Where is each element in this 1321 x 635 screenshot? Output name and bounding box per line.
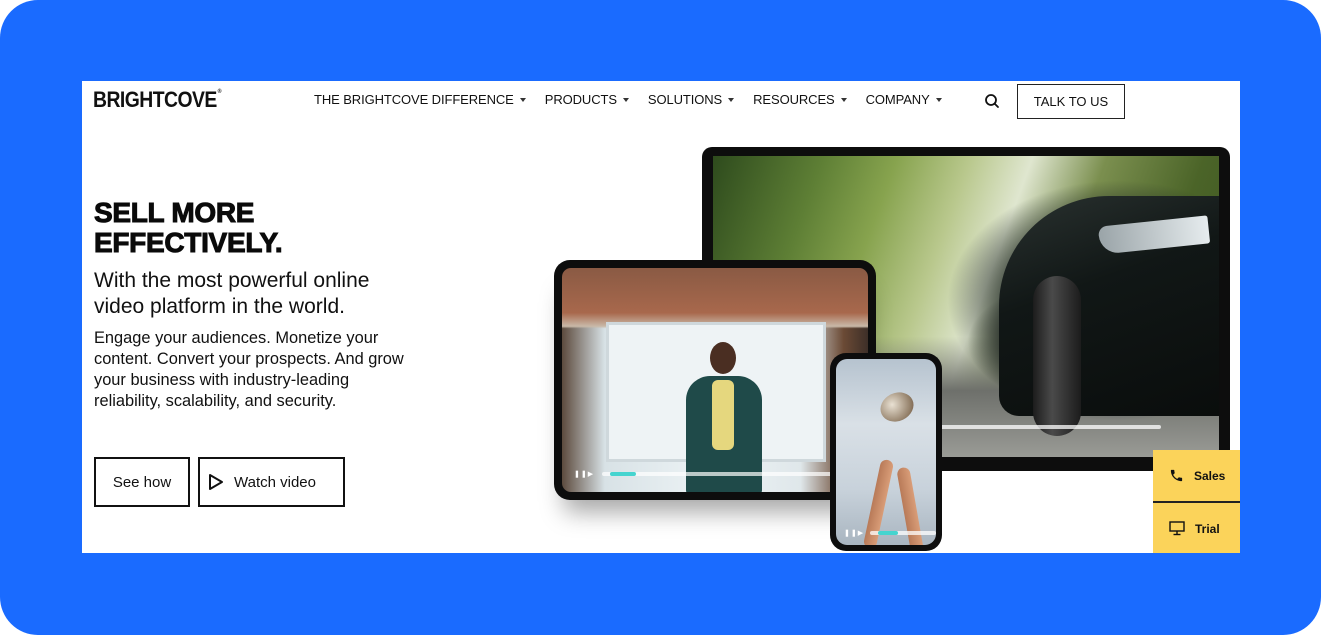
search-button[interactable]	[984, 93, 1000, 109]
watch-video-button[interactable]: Watch video	[198, 457, 345, 507]
caret-down-icon	[935, 97, 942, 102]
tablet-player-controls: ❚❚▶	[574, 470, 863, 478]
phone-icon	[1170, 469, 1183, 482]
caret-down-icon	[728, 97, 735, 102]
hero-body: Engage your audiences. Monetize your con…	[94, 329, 404, 410]
nav-label: SOLUTIONS	[647, 92, 723, 107]
rugby-ball	[875, 387, 919, 427]
search-icon	[985, 94, 999, 108]
monitor-progress-bar	[933, 425, 1161, 429]
phone-player-controls: ❚❚▶	[844, 529, 936, 537]
caret-down-icon	[840, 97, 847, 102]
nav-item-products[interactable]: PRODUCTS	[545, 92, 629, 107]
rugby-video-thumbnail: ❚❚▶	[836, 359, 936, 545]
tablet-progress-fill	[610, 472, 637, 476]
hero-headline: SELL MORE EFFECTIVELY.	[93, 197, 283, 258]
registered-mark: ®	[217, 89, 222, 95]
tablet-progress-bar	[602, 472, 863, 476]
sales-label: Sales	[1194, 468, 1226, 483]
nav-item-resources[interactable]: RESOURCES	[753, 92, 847, 107]
headline-line-2: EFFECTIVELY.	[93, 227, 283, 258]
play-icon	[209, 474, 223, 490]
headline-line-1: SELL MORE	[93, 197, 255, 228]
nav-item-company[interactable]: COMPANY	[866, 92, 942, 107]
hero-subhead: With the most powerful online video plat…	[94, 269, 370, 318]
brightcove-homepage: BRIGHTCOVE® THE BRIGHTCOVE DIFFERENCE PR…	[82, 81, 1240, 553]
trial-button[interactable]: Trial	[1153, 503, 1240, 553]
pause-play-icon: ❚❚▶	[844, 530, 865, 537]
nav-item-solutions[interactable]: SOLUTIONS	[647, 92, 735, 107]
phone-progress-bar	[870, 531, 936, 535]
caret-down-icon	[622, 97, 629, 102]
pause-play-icon: ❚❚▶	[574, 471, 595, 478]
talk-to-us-button[interactable]: TALK TO US	[1017, 84, 1125, 119]
main-nav: THE BRIGHTCOVE DIFFERENCE PRODUCTS SOLUT…	[314, 92, 961, 107]
monitor-icon	[1169, 521, 1185, 536]
presenter-video-thumbnail: ❚❚▶	[562, 268, 868, 492]
trial-label: Trial	[1195, 521, 1220, 536]
car-wheel	[1033, 276, 1081, 436]
nav-label: RESOURCES	[753, 92, 835, 107]
sticky-contact-panel: Sales Trial	[1153, 450, 1240, 553]
see-how-button[interactable]: See how	[94, 457, 190, 507]
nav-label: PRODUCTS	[544, 92, 617, 107]
phone-device-image: ❚❚▶	[830, 353, 942, 551]
brightcove-logo[interactable]: BRIGHTCOVE®	[93, 87, 222, 113]
nav-label: THE BRIGHTCOVE DIFFERENCE	[314, 92, 514, 107]
sales-button[interactable]: Sales	[1153, 450, 1240, 501]
nav-item-brightcove-difference[interactable]: THE BRIGHTCOVE DIFFERENCE	[314, 92, 526, 107]
watch-video-label: Watch video	[234, 473, 316, 491]
nav-label: COMPANY	[865, 92, 930, 107]
presenter-shirt	[712, 380, 734, 450]
presenter-head	[710, 342, 736, 374]
tablet-device-image: ❚❚▶	[554, 260, 876, 500]
caret-down-icon	[519, 97, 526, 102]
phone-progress-fill	[878, 531, 898, 535]
logo-text: BRIGHTCOVE	[93, 87, 217, 112]
